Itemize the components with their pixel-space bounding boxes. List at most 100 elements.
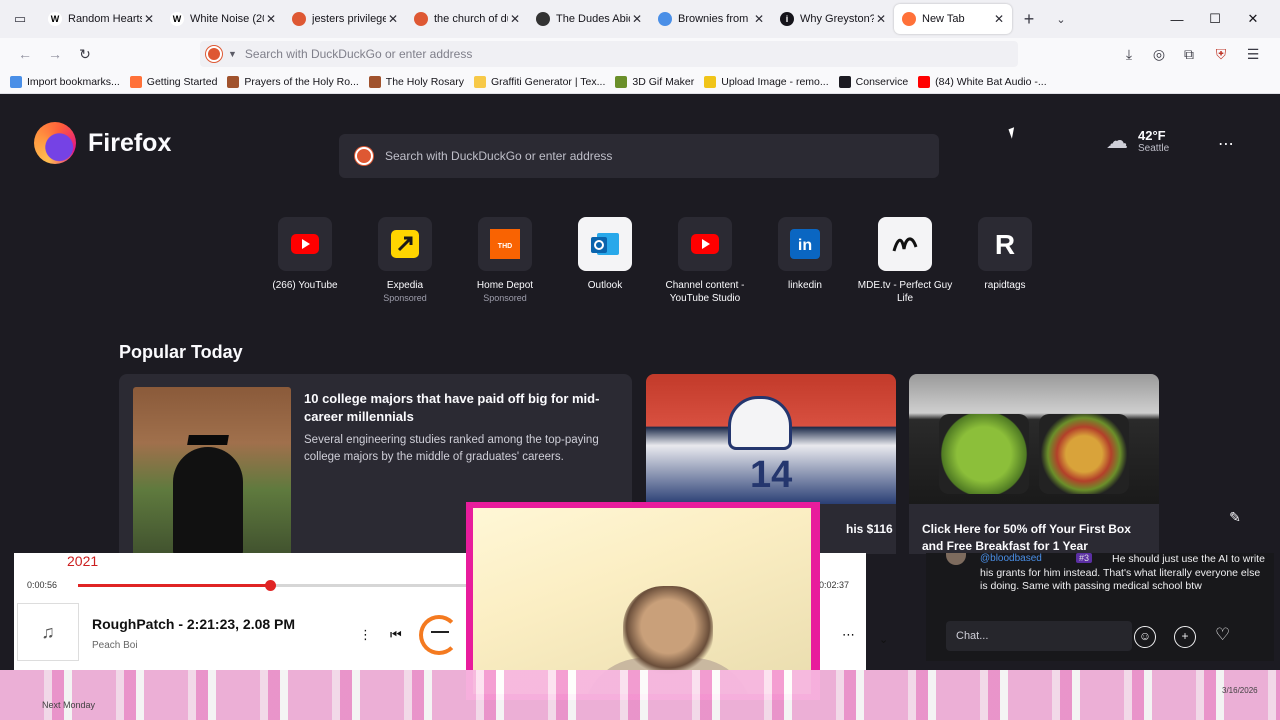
bookmark-label: Upload Image - remo... [721, 75, 829, 88]
tab-title: Brownies from G [678, 13, 752, 25]
bookmark-item[interactable]: (84) White Bat Audio -... [918, 75, 1047, 88]
close-tab-icon[interactable]: ✕ [992, 12, 1006, 26]
bookmark-label: Prayers of the Holy Ro... [244, 75, 359, 88]
newtab-search-box[interactable]: Search with DuckDuckGo or enter address [339, 134, 939, 178]
more-options-icon[interactable]: ⋯ [1214, 134, 1238, 154]
meal-tray-left [939, 414, 1029, 494]
bookmark-item[interactable]: The Holy Rosary [368, 75, 464, 88]
add-icon[interactable]: + [1174, 626, 1196, 648]
shortcut-tile[interactable]: in linkedin [755, 217, 855, 305]
chat-input[interactable]: Chat... [946, 621, 1132, 651]
brand-name: Firefox [88, 128, 172, 157]
seek-handle[interactable] [265, 580, 277, 591]
bookmark-item[interactable]: Conservice [838, 75, 908, 88]
heart-icon[interactable]: ♡ [1215, 625, 1230, 645]
wikipedia-icon: W [170, 12, 184, 26]
address-bar[interactable]: ▼ Search with DuckDuckGo or enter addres… [200, 41, 1018, 67]
tab-strip: ▭ WRandom Hearts -✕WWhite Noise (202✕jes… [0, 0, 1280, 38]
duckduckgo-icon [292, 12, 306, 26]
taskbar-clock[interactable]: 3/16/2026 [1222, 686, 1258, 695]
queue-icon[interactable]: ⋮ [359, 627, 372, 643]
minimize-button[interactable]: — [1158, 0, 1196, 38]
bookmark-item[interactable]: Getting Started [129, 75, 217, 88]
back-button[interactable]: ← [10, 40, 40, 68]
tab-4[interactable]: the church of du ✕ [406, 4, 528, 34]
story-image: 14 [646, 374, 896, 504]
shortcut-tile[interactable]: Outlook [555, 217, 655, 305]
seek-progress [78, 584, 271, 587]
extensions-icon[interactable]: ⧉ [1174, 38, 1204, 70]
shortcut-tile[interactable]: (266) YouTube [255, 217, 355, 305]
tab-2[interactable]: W White Noise (202✕ [162, 4, 284, 34]
svg-text:R: R [995, 229, 1015, 259]
shortcut-tile[interactable]: MDE.tv - Perfect Guy Life [855, 217, 955, 305]
previous-track-icon[interactable]: ⏮ [390, 627, 402, 643]
dudes-icon [536, 12, 550, 26]
bookmark-favicon-icon [918, 75, 931, 88]
bookmarks-toolbar: Import bookmarks... Getting Started Prayer… [0, 70, 1280, 94]
shortcut-tile[interactable]: Channel content - YouTube Studio [655, 217, 755, 305]
reload-button[interactable]: ↻ [70, 40, 100, 68]
bookmark-favicon-icon [838, 75, 851, 88]
close-tab-icon[interactable]: ✕ [142, 12, 156, 26]
shortcut-tile[interactable]: Expedia Sponsored [355, 217, 455, 305]
close-tab-icon[interactable]: ✕ [508, 12, 522, 26]
firefox-view-button[interactable]: ▭ [0, 0, 40, 38]
maximize-button[interactable]: ☐ [1196, 0, 1234, 38]
tab-title: The Dudes Abide [556, 13, 630, 25]
tab-6[interactable]: Brownies from G ✕ [650, 4, 772, 34]
emoji-icon[interactable]: ☺ [1134, 626, 1156, 648]
mde-icon [878, 217, 932, 271]
taskbar: Next Monday 3/16/2026 [0, 670, 1280, 720]
bookmark-item[interactable]: Graffiti Generator | Tex... [474, 75, 606, 88]
story-title: 10 college majors that have paid off big… [304, 391, 600, 424]
cloud-icon: ☁ [1106, 128, 1128, 153]
chevron-down-icon[interactable]: ⌄ [879, 633, 888, 646]
edit-pencil-icon[interactable]: ✎ [1220, 502, 1250, 532]
tab-8[interactable]: New Tab ✕ [894, 4, 1012, 34]
close-tab-icon[interactable]: ✕ [874, 12, 888, 26]
shortcut-tile[interactable]: THD Home Depot Sponsored [455, 217, 555, 305]
forward-button[interactable]: → [40, 40, 70, 68]
close-tab-icon[interactable]: ✕ [264, 12, 278, 26]
new-tab-button[interactable]: + [1012, 9, 1046, 30]
close-tab-icon[interactable]: ✕ [386, 12, 400, 26]
tab-1[interactable]: W Random Hearts -✕ [40, 4, 162, 34]
more-options-icon[interactable]: ⋯ [842, 627, 855, 643]
music-note-icon: ♫ [17, 603, 79, 661]
bookmark-item[interactable]: Import bookmarks... [10, 75, 120, 88]
wikipedia-icon: W [48, 12, 62, 26]
app-menu-icon[interactable]: ☰ [1238, 38, 1268, 70]
newtab-search-placeholder: Search with DuckDuckGo or enter address [385, 149, 613, 163]
close-tab-icon[interactable]: ✕ [630, 12, 644, 26]
shortcut-tile[interactable]: Rrapidtags [955, 217, 1055, 305]
ublock-origin-icon[interactable]: ⛨ [1206, 38, 1236, 70]
tab-5[interactable]: The Dudes Abide✕ [528, 4, 650, 34]
bookmark-label: The Holy Rosary [385, 75, 464, 88]
close-tab-icon[interactable]: ✕ [752, 12, 766, 26]
bookmark-favicon-icon [474, 75, 486, 88]
tab-7[interactable]: i Why Greyston? -✕ [772, 4, 894, 34]
bookmark-item[interactable]: 3D Gif Maker [615, 75, 694, 88]
jersey-number-shape: 14 [750, 454, 793, 496]
bookmark-favicon-icon [227, 75, 240, 88]
downloads-icon[interactable]: ⤓ [1114, 38, 1144, 70]
weather-widget[interactable]: ☁ 42°F Seattle [1106, 128, 1169, 154]
firefox-logo-icon [34, 122, 76, 164]
bookmark-item[interactable]: Prayers of the Holy Ro... [227, 75, 359, 88]
story-card[interactable]: Click Here for 50% off Your First Box an… [909, 374, 1159, 554]
bookmark-label: (84) White Bat Audio -... [935, 75, 1047, 88]
list-all-tabs-button[interactable]: ⌄ [1046, 13, 1076, 26]
bookmark-item[interactable]: Upload Image - remo... [704, 75, 829, 88]
duckduckgo-icon[interactable] [206, 46, 222, 62]
tab-3[interactable]: jesters privilege :✕ [284, 4, 406, 34]
account-icon[interactable]: ◎ [1144, 38, 1174, 70]
chevron-down-icon[interactable]: ▼ [228, 49, 237, 59]
tab-title: White Noise (202 [190, 13, 264, 25]
bookmark-favicon-icon [704, 75, 717, 88]
tab-title: jesters privilege : [312, 13, 386, 25]
address-bar-placeholder: Search with DuckDuckGo or enter address [244, 47, 473, 61]
shortcut-label: rapidtags [984, 280, 1026, 291]
close-window-button[interactable]: ✕ [1234, 0, 1272, 38]
bookmark-label: Graffiti Generator | Tex... [491, 75, 606, 88]
